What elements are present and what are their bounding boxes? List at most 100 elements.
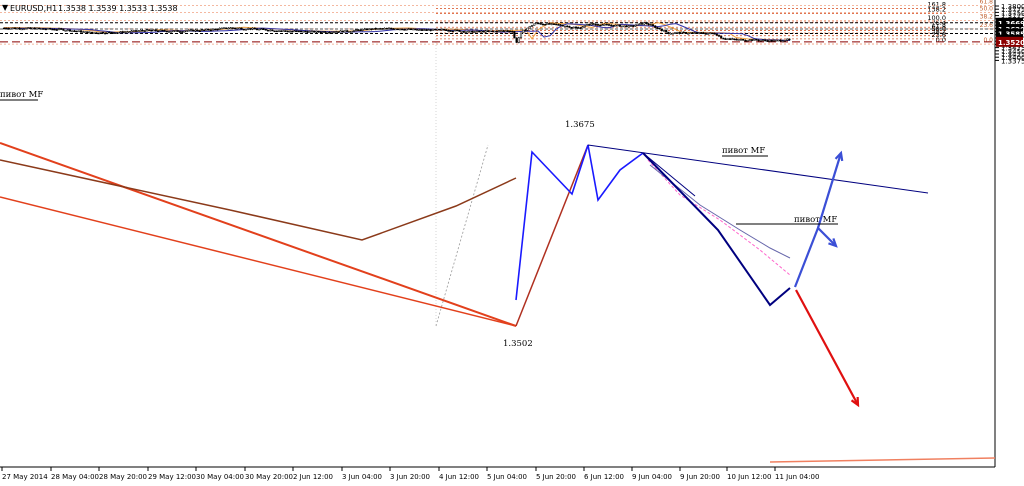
candle-body	[97, 32, 100, 35]
candle-body	[20, 28, 23, 31]
chart-menu-icon[interactable]: ▼	[2, 3, 9, 12]
candle-body	[299, 30, 303, 33]
candle-body	[711, 32, 714, 35]
candle-body	[82, 31, 85, 33]
candle-body	[64, 30, 67, 32]
candle-body	[161, 29, 164, 32]
candle-body	[156, 30, 160, 33]
candle-body	[379, 28, 382, 30]
candle-body	[343, 30, 347, 33]
candle-body	[216, 28, 219, 31]
candle-body	[647, 23, 650, 25]
candle-body	[176, 30, 179, 32]
candle-body	[392, 28, 395, 30]
candle-body	[293, 30, 296, 33]
candle-body	[772, 40, 776, 42]
candle-body	[79, 30, 83, 33]
candle-body	[95, 32, 98, 34]
candle-body	[702, 32, 705, 35]
candle-body	[251, 27, 254, 30]
candle-body	[225, 27, 228, 29]
candle-body	[200, 29, 204, 32]
annotation-high: 1.3675	[565, 120, 595, 130]
candle-body	[537, 22, 540, 25]
candle-body	[775, 39, 778, 42]
candle-body	[412, 28, 415, 31]
candle-body	[348, 31, 351, 33]
candle-body	[405, 28, 408, 31]
candle-body	[306, 31, 309, 33]
candle-body	[676, 32, 679, 34]
time-tick-label: 3 Jun 20:00	[390, 473, 430, 481]
candle-body	[682, 31, 685, 34]
candle-body	[748, 39, 751, 41]
candle-body	[522, 29, 525, 34]
candle-body	[451, 30, 454, 33]
candle-body	[75, 30, 78, 33]
candle-body	[755, 38, 758, 41]
candle-body	[603, 23, 606, 26]
candle-body	[260, 28, 263, 31]
candle-body	[581, 26, 584, 29]
candle-body	[473, 31, 476, 33]
candle-body	[277, 30, 281, 32]
candle-body	[346, 30, 349, 32]
candle-body	[150, 29, 153, 32]
candle-body	[706, 33, 710, 35]
candle-body	[401, 28, 404, 31]
candle-body	[163, 30, 166, 32]
candle-body	[700, 32, 703, 34]
candle-body	[332, 31, 336, 34]
candle-body	[546, 23, 549, 25]
candle-body	[535, 22, 538, 25]
candle-body	[508, 30, 512, 33]
candle-body	[671, 32, 674, 35]
candle-body	[337, 31, 340, 33]
candle-body	[35, 27, 39, 30]
candle-body	[31, 27, 34, 30]
time-tick-label: 5 Jun 04:00	[487, 473, 527, 481]
candle-body	[638, 23, 641, 25]
candle-body	[84, 31, 87, 33]
candle-body	[475, 30, 479, 33]
candle-body	[416, 29, 419, 31]
candle-body	[29, 27, 32, 29]
candle-body	[319, 31, 322, 34]
price-chart[interactable]: 161.8138.2100.076.461.850.038.223.60.061…	[0, 0, 1024, 482]
candle-body	[599, 24, 602, 27]
candle-body	[9, 28, 12, 30]
candle-body	[768, 40, 771, 42]
candle-body	[282, 30, 285, 32]
candle-body	[427, 29, 430, 31]
candle-body	[779, 39, 782, 42]
chart-window[interactable]: 161.8 138.2 100.0 76.4 61.8 50.0 38.2 23.6 0.0 61…	[0, 0, 1024, 482]
time-tick-label: 5 Jun 20:00	[536, 473, 576, 481]
candle-body	[753, 38, 756, 41]
candle-body	[339, 30, 342, 33]
candle-body	[365, 28, 369, 31]
candle-body	[145, 29, 149, 32]
candle-body	[165, 30, 168, 33]
candle-body	[5, 27, 8, 30]
candle-body	[770, 40, 773, 42]
candle-body	[698, 32, 701, 34]
candle-body	[460, 31, 463, 33]
candle-body	[590, 23, 593, 26]
candle-body	[750, 39, 754, 41]
candle-body	[559, 24, 562, 26]
candle-body	[445, 29, 448, 31]
candle-body	[414, 28, 417, 31]
candle-body	[431, 28, 435, 31]
candle-body	[11, 27, 14, 30]
candle-body	[262, 28, 265, 31]
candle-body	[286, 30, 289, 33]
candle-body	[544, 23, 547, 26]
candle-body	[442, 28, 446, 31]
candle-body	[403, 29, 406, 31]
candle-body	[73, 30, 76, 32]
fib-level-label: 0.0	[936, 36, 946, 44]
candle-body	[585, 24, 589, 26]
candle-body	[577, 27, 580, 29]
candle-body	[280, 30, 283, 32]
candle-body	[242, 28, 245, 31]
